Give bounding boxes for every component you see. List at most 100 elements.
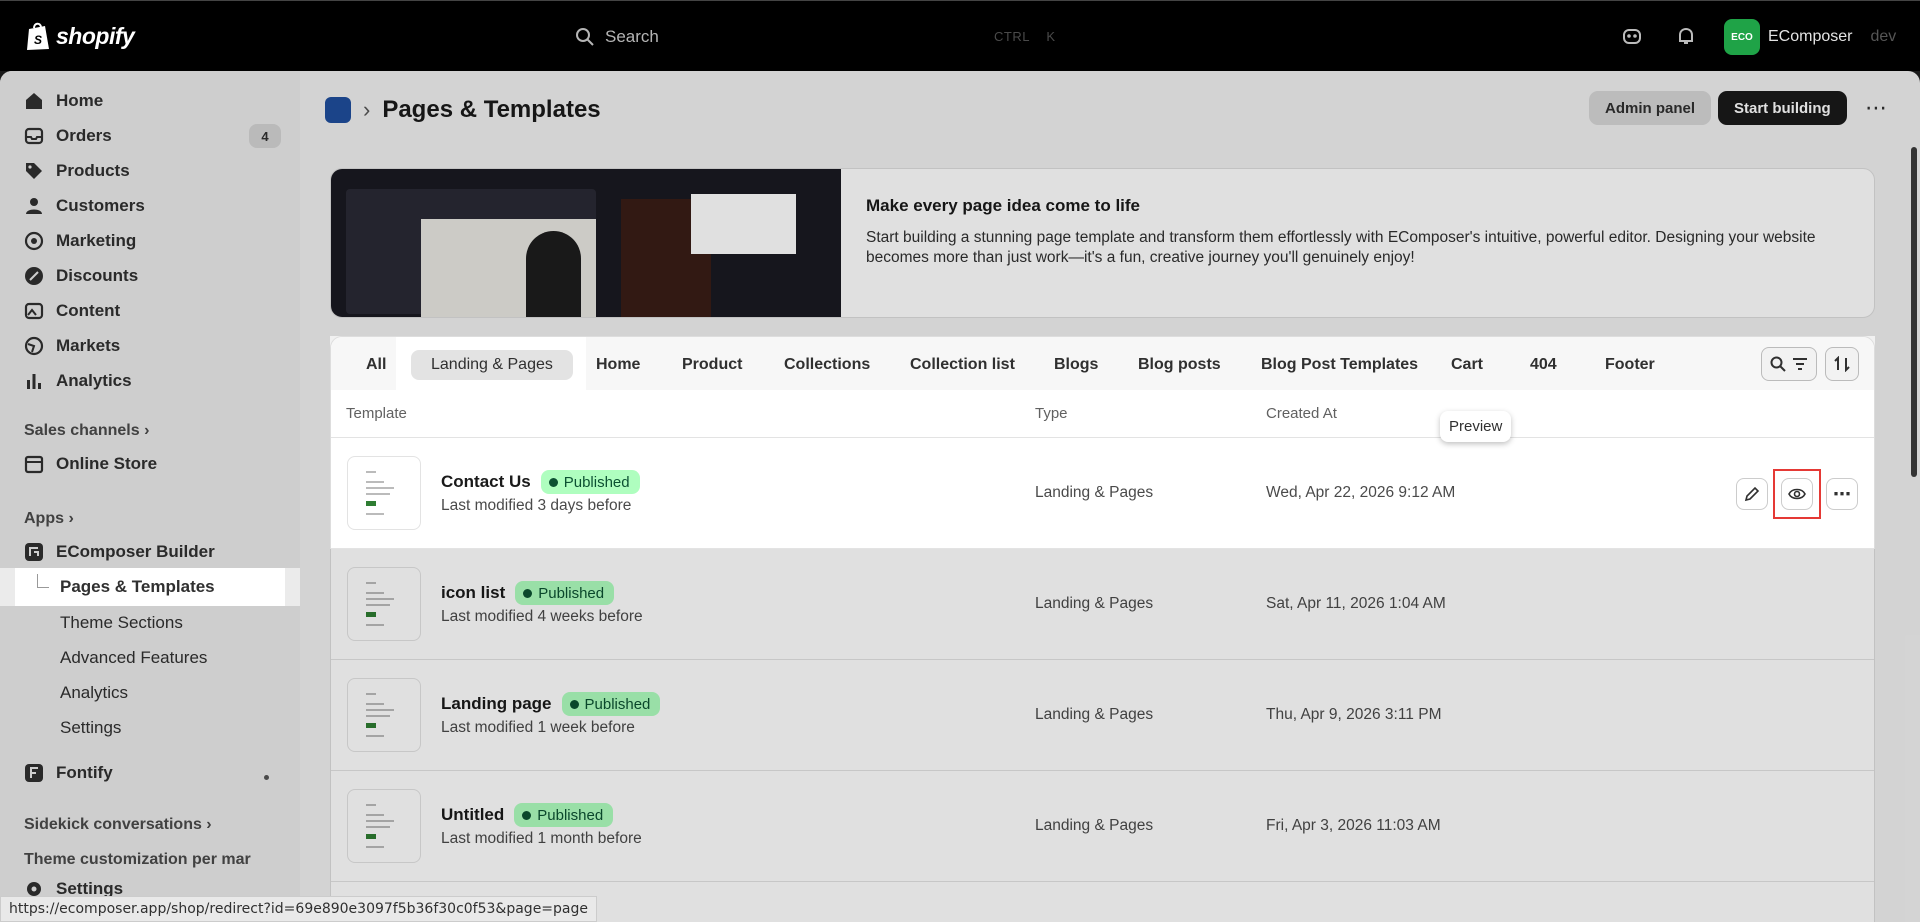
bar-chart-icon [27,374,41,389]
sidebar-subitem-theme-sections[interactable]: Theme Sections [60,613,183,633]
template-name[interactable]: Untitled [441,805,504,825]
main-content: › Pages & Templates Admin panel Start bu… [300,71,1920,922]
sidebar-item-marketing[interactable]: Marketing [24,231,136,251]
bell-icon[interactable] [1675,25,1697,47]
shopify-bag-icon: S [27,22,49,50]
template-type: Landing & Pages [1035,817,1154,834]
tab-product[interactable]: Product [674,350,750,380]
status-badge: Published [514,803,614,827]
more-horizontal-icon: ⋯ [1833,484,1851,504]
search-filter-button[interactable] [1761,347,1817,381]
sidebar-item-markets[interactable]: Markets [24,336,120,356]
sidebar-item-label: Marketing [56,231,137,250]
edit-button[interactable] [1736,478,1768,510]
sidebar-item-discounts[interactable]: Discounts [24,266,138,286]
column-template[interactable]: Template [346,405,407,422]
sidebar-item-label: Home [56,91,104,110]
tab-all[interactable]: All [358,350,394,380]
tab-cart[interactable]: Cart [1443,350,1491,380]
template-thumbnail[interactable] [347,678,421,752]
tab-landing-pages[interactable]: Landing & Pages [411,350,573,380]
sidekick-icon[interactable] [1621,25,1643,47]
theme-customization-item[interactable]: Theme customization per mar [24,851,294,869]
template-thumbnail[interactable] [347,456,421,530]
ecomposer-app-icon[interactable] [325,97,351,123]
sales-channels-heading[interactable]: Sales channels › [24,422,149,440]
template-name-group: Contact Us Published [441,470,640,494]
sidebar-item-orders[interactable]: Orders 4 [24,124,281,148]
shopify-logo[interactable]: S shopify [24,21,135,51]
column-created-at[interactable]: Created At [1266,405,1337,422]
banner-title: Make every page idea come to life [866,196,1141,215]
tab-footer[interactable]: Footer [1597,350,1663,380]
status-badge: Published [561,692,661,716]
sidebar-item-content[interactable]: Content [24,301,120,321]
sidebar-item-analytics[interactable]: Analytics [24,371,132,391]
sidebar-subitem-settings[interactable]: Settings [60,718,121,738]
sidebar-subitem-advanced-features[interactable]: Advanced Features [60,648,207,668]
template-thumbnail[interactable] [347,789,421,863]
table-row[interactable]: Contact Us Published Last modified 3 day… [331,438,1874,549]
search-placeholder: Search [605,27,659,46]
status-bar-url: https://ecomposer.app/shop/redirect?id=6… [0,896,598,922]
table-row[interactable]: Untitled Published Last modified 1 month… [331,771,1874,882]
sidebar-item-home[interactable]: Home [24,91,103,111]
sidebar-item-ecomposer-builder[interactable]: EComposer Builder [24,542,215,562]
sidebar-item-label: Products [56,161,130,180]
fontify-app-icon [25,764,43,782]
table-header: Template Type Created At [331,390,1874,438]
tab-404[interactable]: 404 [1522,350,1565,380]
table-row[interactable]: icon list Published Last modified 4 week… [331,549,1874,660]
tag-icon [26,163,42,179]
admin-panel-button[interactable]: Admin panel [1589,91,1712,125]
tab-blog-post-templates[interactable]: Blog Post Templates [1253,350,1426,380]
search-bar[interactable]: Search CTRL K [560,18,1360,56]
sidebar-item-label: Analytics [56,371,132,390]
sidebar-item-fontify[interactable]: Fontify [24,763,113,783]
search-icon [576,28,594,46]
template-type: Landing & Pages [1035,484,1154,501]
template-name[interactable]: Landing page [441,694,552,714]
page-scrollbar[interactable] [1911,147,1917,477]
status-badge: Published [515,581,615,605]
sidebar-item-label: Customers [56,196,145,215]
fontify-indicator-dot [264,775,269,780]
template-name-group: Untitled Published [441,803,614,827]
sidebar-subitem-pages-templates[interactable]: Pages & Templates [15,568,285,606]
template-thumbnail[interactable] [347,567,421,641]
tab-home[interactable]: Home [588,350,648,380]
more-actions-icon[interactable]: ⋯ [1865,95,1887,121]
store-switcher[interactable]: ECO EComposer dev [1724,19,1896,55]
template-type: Landing & Pages [1035,706,1154,723]
sort-button[interactable] [1825,347,1859,381]
table-row[interactable]: Landing page Published Last modified 1 w… [331,660,1874,771]
tab-blogs[interactable]: Blogs [1046,350,1106,380]
created-at: Thu, Apr 9, 2026 3:11 PM [1266,706,1442,723]
ecomposer-app-icon [25,543,43,561]
sidebar-item-label: Fontify [56,763,113,782]
template-name[interactable]: Contact Us [441,472,531,492]
sidebar-item-customers[interactable]: Customers [24,196,145,216]
tab-blog-posts[interactable]: Blog posts [1130,350,1229,380]
start-building-button[interactable]: Start building [1718,91,1847,125]
tab-collection-list[interactable]: Collection list [902,350,1023,380]
last-modified: Last modified 1 month before [441,830,642,847]
template-name[interactable]: icon list [441,583,505,603]
row-more-button[interactable]: ⋯ [1826,478,1858,510]
created-at: Fri, Apr 3, 2026 11:03 AM [1266,817,1441,834]
sidebar-subitem-analytics[interactable]: Analytics [60,683,128,703]
column-type[interactable]: Type [1035,405,1068,422]
sidebar-item-products[interactable]: Products [24,161,130,181]
tab-collections[interactable]: Collections [776,350,878,380]
sidebar-item-label: Orders [56,126,112,145]
orders-count-badge: 4 [249,124,281,148]
template-type-tabs: All Landing & Pages Home Product Collect… [331,337,1874,390]
last-modified: Last modified 4 weeks before [441,608,643,625]
created-at: Wed, Apr 22, 2026 9:12 AM [1266,484,1456,501]
sidebar-item-online-store[interactable]: Online Store [24,454,157,474]
search-icon [1770,356,1786,372]
breadcrumb-chevron-icon: › [363,97,371,122]
apps-heading[interactable]: Apps › [24,510,74,528]
svg-text:S: S [34,33,42,47]
sidekick-conversations-heading[interactable]: Sidekick conversations › [24,816,212,834]
